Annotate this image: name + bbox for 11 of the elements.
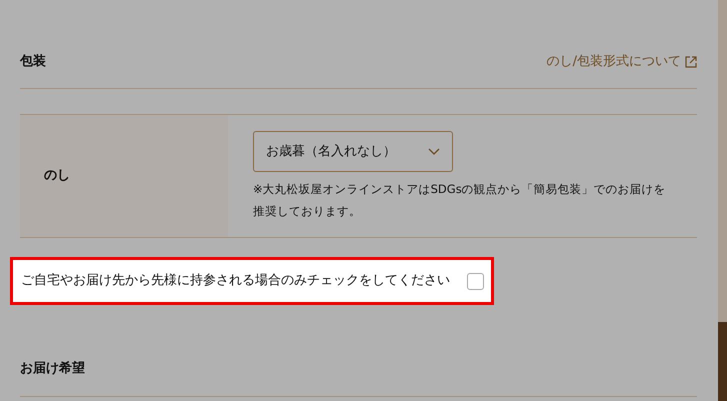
checkbox[interactable] <box>467 272 484 290</box>
scrollbar-thumb[interactable] <box>718 322 727 401</box>
section-heading: お届け希望 <box>20 360 85 378</box>
section-heading: 包装 <box>20 53 46 72</box>
external-link-icon <box>685 56 697 68</box>
checkbox-label: ご自宅やお届け先から先様に持参される場合のみチェックをしてください <box>21 272 450 290</box>
row-label: のし <box>44 167 70 186</box>
chevron-down-icon <box>428 148 440 155</box>
wrapping-info-link[interactable]: のし/包装形式について <box>546 52 697 72</box>
note-text: ※大丸松坂屋オンラインストアはSDGsの観点から「簡易包装」でのお届けを推奨しております。 <box>253 181 667 220</box>
noshi-select[interactable]: お歳暮（名入れなし） <box>253 131 453 172</box>
